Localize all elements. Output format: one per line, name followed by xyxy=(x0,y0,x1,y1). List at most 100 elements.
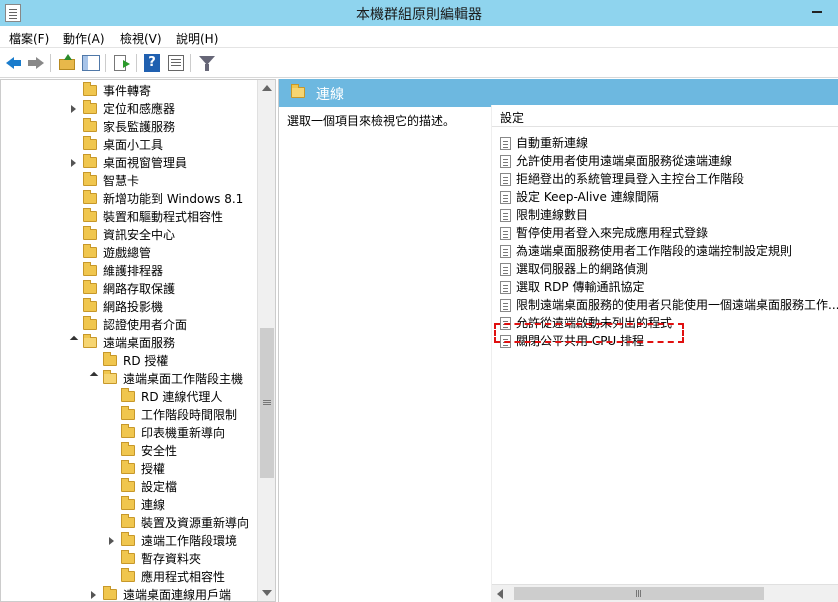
menu-help[interactable]: 說明(H) xyxy=(176,30,218,47)
collapse-arrow-icon[interactable] xyxy=(89,371,99,381)
tree-item[interactable]: 工作階段時間限制 xyxy=(1,406,256,424)
folder-icon xyxy=(83,172,97,186)
tree-item[interactable]: 新增功能到 Windows 8.1 xyxy=(1,190,256,208)
folder-icon xyxy=(103,352,117,366)
title-bar: 本機群組原則編輯器 xyxy=(0,0,838,26)
tree-item[interactable]: 桌面視窗管理員 xyxy=(1,154,256,172)
tree-item[interactable]: 認證使用者介面 xyxy=(1,316,256,334)
tree-item[interactable]: 遠端工作階段環境 xyxy=(1,532,256,550)
tree-item-label: 桌面視窗管理員 xyxy=(103,156,188,170)
menu-view[interactable]: 檢視(V) xyxy=(120,30,162,47)
tree-item-label: 智慧卡 xyxy=(103,174,140,188)
menu-action[interactable]: 動作(A) xyxy=(63,30,105,47)
details-header: 連線 xyxy=(279,79,838,107)
expand-arrow-icon[interactable] xyxy=(91,591,96,599)
tree-item[interactable]: 暫存資料夾 xyxy=(1,550,256,568)
show-hide-tree-button[interactable] xyxy=(81,53,101,73)
list-item[interactable]: 暫停使用者登入來完成應用程式登錄 xyxy=(492,224,838,242)
folder-icon xyxy=(121,460,135,474)
folder-icon xyxy=(83,298,97,312)
folder-icon xyxy=(121,424,135,438)
menu-file[interactable]: 檔案(F) xyxy=(9,30,49,47)
tree-item[interactable]: 遠端桌面工作階段主機 xyxy=(1,370,256,388)
list-horizontal-scrollbar[interactable] xyxy=(492,584,838,602)
properties-button[interactable] xyxy=(166,53,186,73)
list-item[interactable]: 設定 Keep-Alive 連線間隔 xyxy=(492,188,838,206)
tree-item[interactable]: 家長監護服務 xyxy=(1,118,256,136)
folder-icon xyxy=(103,586,117,600)
tree-item-label: 印表機重新導向 xyxy=(141,426,226,440)
up-one-level-button[interactable] xyxy=(57,53,77,73)
tree-item[interactable]: RD 授權 xyxy=(1,352,256,370)
list-item[interactable]: 為遠端桌面服務使用者工作階段的遠端控制設定規則 xyxy=(492,242,838,260)
list-item[interactable]: 限制遠端桌面服務的使用者只能使用一個遠端桌面服務工作... xyxy=(492,296,838,314)
filter-icon xyxy=(199,56,215,71)
list-item[interactable]: 選取伺服器上的網路偵測 xyxy=(492,260,838,278)
tree-item-label: 遠端桌面服務 xyxy=(103,336,176,350)
policy-setting-label: 選取伺服器上的網路偵測 xyxy=(516,262,649,276)
tree-item-label: 網路投影機 xyxy=(103,300,164,314)
folder-icon xyxy=(121,388,135,402)
folder-icon xyxy=(83,118,97,132)
scroll-down-arrow-icon[interactable] xyxy=(262,590,272,596)
scroll-thumb-horizontal[interactable] xyxy=(514,587,764,600)
policy-setting-icon xyxy=(500,209,511,222)
export-list-button[interactable] xyxy=(112,53,132,73)
tree-item-label: 裝置和驅動程式相容性 xyxy=(103,210,224,224)
help-button[interactable]: ? xyxy=(142,53,162,73)
tree-item-label: 裝置及資源重新導向 xyxy=(141,516,250,530)
tree-item[interactable]: 連線 xyxy=(1,496,256,514)
details-pane: 連線 選取一個項目來檢視它的描述。 設定 自動重新連線 允許使用者使用遠端桌面服務… xyxy=(278,79,838,602)
forward-button[interactable] xyxy=(26,53,46,73)
tree-item[interactable]: 設定檔 xyxy=(1,478,256,496)
policy-setting-icon xyxy=(500,137,511,150)
tree-item[interactable]: 裝置和驅動程式相容性 xyxy=(1,208,256,226)
tree-item[interactable]: 資訊安全中心 xyxy=(1,226,256,244)
expand-arrow-icon[interactable] xyxy=(71,105,76,113)
tree-vertical-scrollbar[interactable] xyxy=(257,80,275,601)
folder-icon xyxy=(83,82,97,96)
navigation-tree[interactable]: 事件轉寄 定位和感應器 家長監護服務 桌面小工具桌面視窗管理員 智慧卡新增功能到 Win… xyxy=(0,79,276,602)
expand-arrow-icon[interactable] xyxy=(71,159,76,167)
settings-list[interactable]: 設定 自動重新連線允許使用者使用遠端桌面服務從遠端連線 拒絕登出的系統管理員登入主… xyxy=(491,105,838,602)
list-item[interactable]: 選取 RDP 傳輸通訊協定 xyxy=(492,278,838,296)
scroll-left-arrow-icon[interactable] xyxy=(497,589,503,599)
tree-item[interactable]: 應用程式相容性 xyxy=(1,568,256,586)
tree-item[interactable]: 網路存取保護 xyxy=(1,280,256,298)
policy-setting-label: 選取 RDP 傳輸通訊協定 xyxy=(516,280,645,294)
folder-icon xyxy=(83,154,97,168)
minimize-button[interactable] xyxy=(810,3,824,17)
scroll-up-arrow-icon[interactable] xyxy=(262,85,272,91)
tree-item[interactable]: 遊戲總管 xyxy=(1,244,256,262)
column-header-setting[interactable]: 設定 xyxy=(492,105,838,127)
policy-setting-label: 設定 Keep-Alive 連線間隔 xyxy=(516,190,659,204)
scroll-thumb[interactable] xyxy=(260,328,274,478)
folder-icon xyxy=(121,532,135,546)
list-item[interactable]: 拒絕登出的系統管理員登入主控台工作階段 xyxy=(492,170,838,188)
policy-setting-label: 為遠端桌面服務使用者工作階段的遠端控制設定規則 xyxy=(516,244,793,258)
tree-item[interactable]: 安全性 xyxy=(1,442,256,460)
tree-item[interactable]: RD 連線代理人 xyxy=(1,388,256,406)
list-item[interactable]: 允許使用者使用遠端桌面服務從遠端連線 xyxy=(492,152,838,170)
tree-item-label: 遊戲總管 xyxy=(103,246,152,260)
expand-arrow-icon[interactable] xyxy=(109,537,114,545)
tree-item[interactable]: 桌面小工具 xyxy=(1,136,256,154)
tree-item[interactable]: 網路投影機 xyxy=(1,298,256,316)
back-button[interactable] xyxy=(4,53,24,73)
tree-item[interactable]: 遠端桌面服務 xyxy=(1,334,256,352)
tree-item[interactable]: 印表機重新導向 xyxy=(1,424,256,442)
tree-item[interactable]: 裝置及資源重新導向 xyxy=(1,514,256,532)
tree-item[interactable]: 授權 xyxy=(1,460,256,478)
policy-setting-icon xyxy=(500,191,511,204)
list-item[interactable]: 限制連線數目 xyxy=(492,206,838,224)
tree-item-label: 設定檔 xyxy=(141,480,178,494)
filter-button[interactable] xyxy=(197,53,217,73)
tree-item[interactable]: 遠端桌面連線用戶端 xyxy=(1,586,256,601)
tree-item[interactable]: 定位和感應器 xyxy=(1,100,256,118)
tree-item[interactable]: 維護排程器 xyxy=(1,262,256,280)
policy-setting-label: 自動重新連線 xyxy=(516,136,589,150)
list-item[interactable]: 自動重新連線 xyxy=(492,134,838,152)
collapse-arrow-icon[interactable] xyxy=(69,335,79,345)
tree-item[interactable]: 智慧卡 xyxy=(1,172,256,190)
tree-item[interactable]: 事件轉寄 xyxy=(1,82,256,100)
